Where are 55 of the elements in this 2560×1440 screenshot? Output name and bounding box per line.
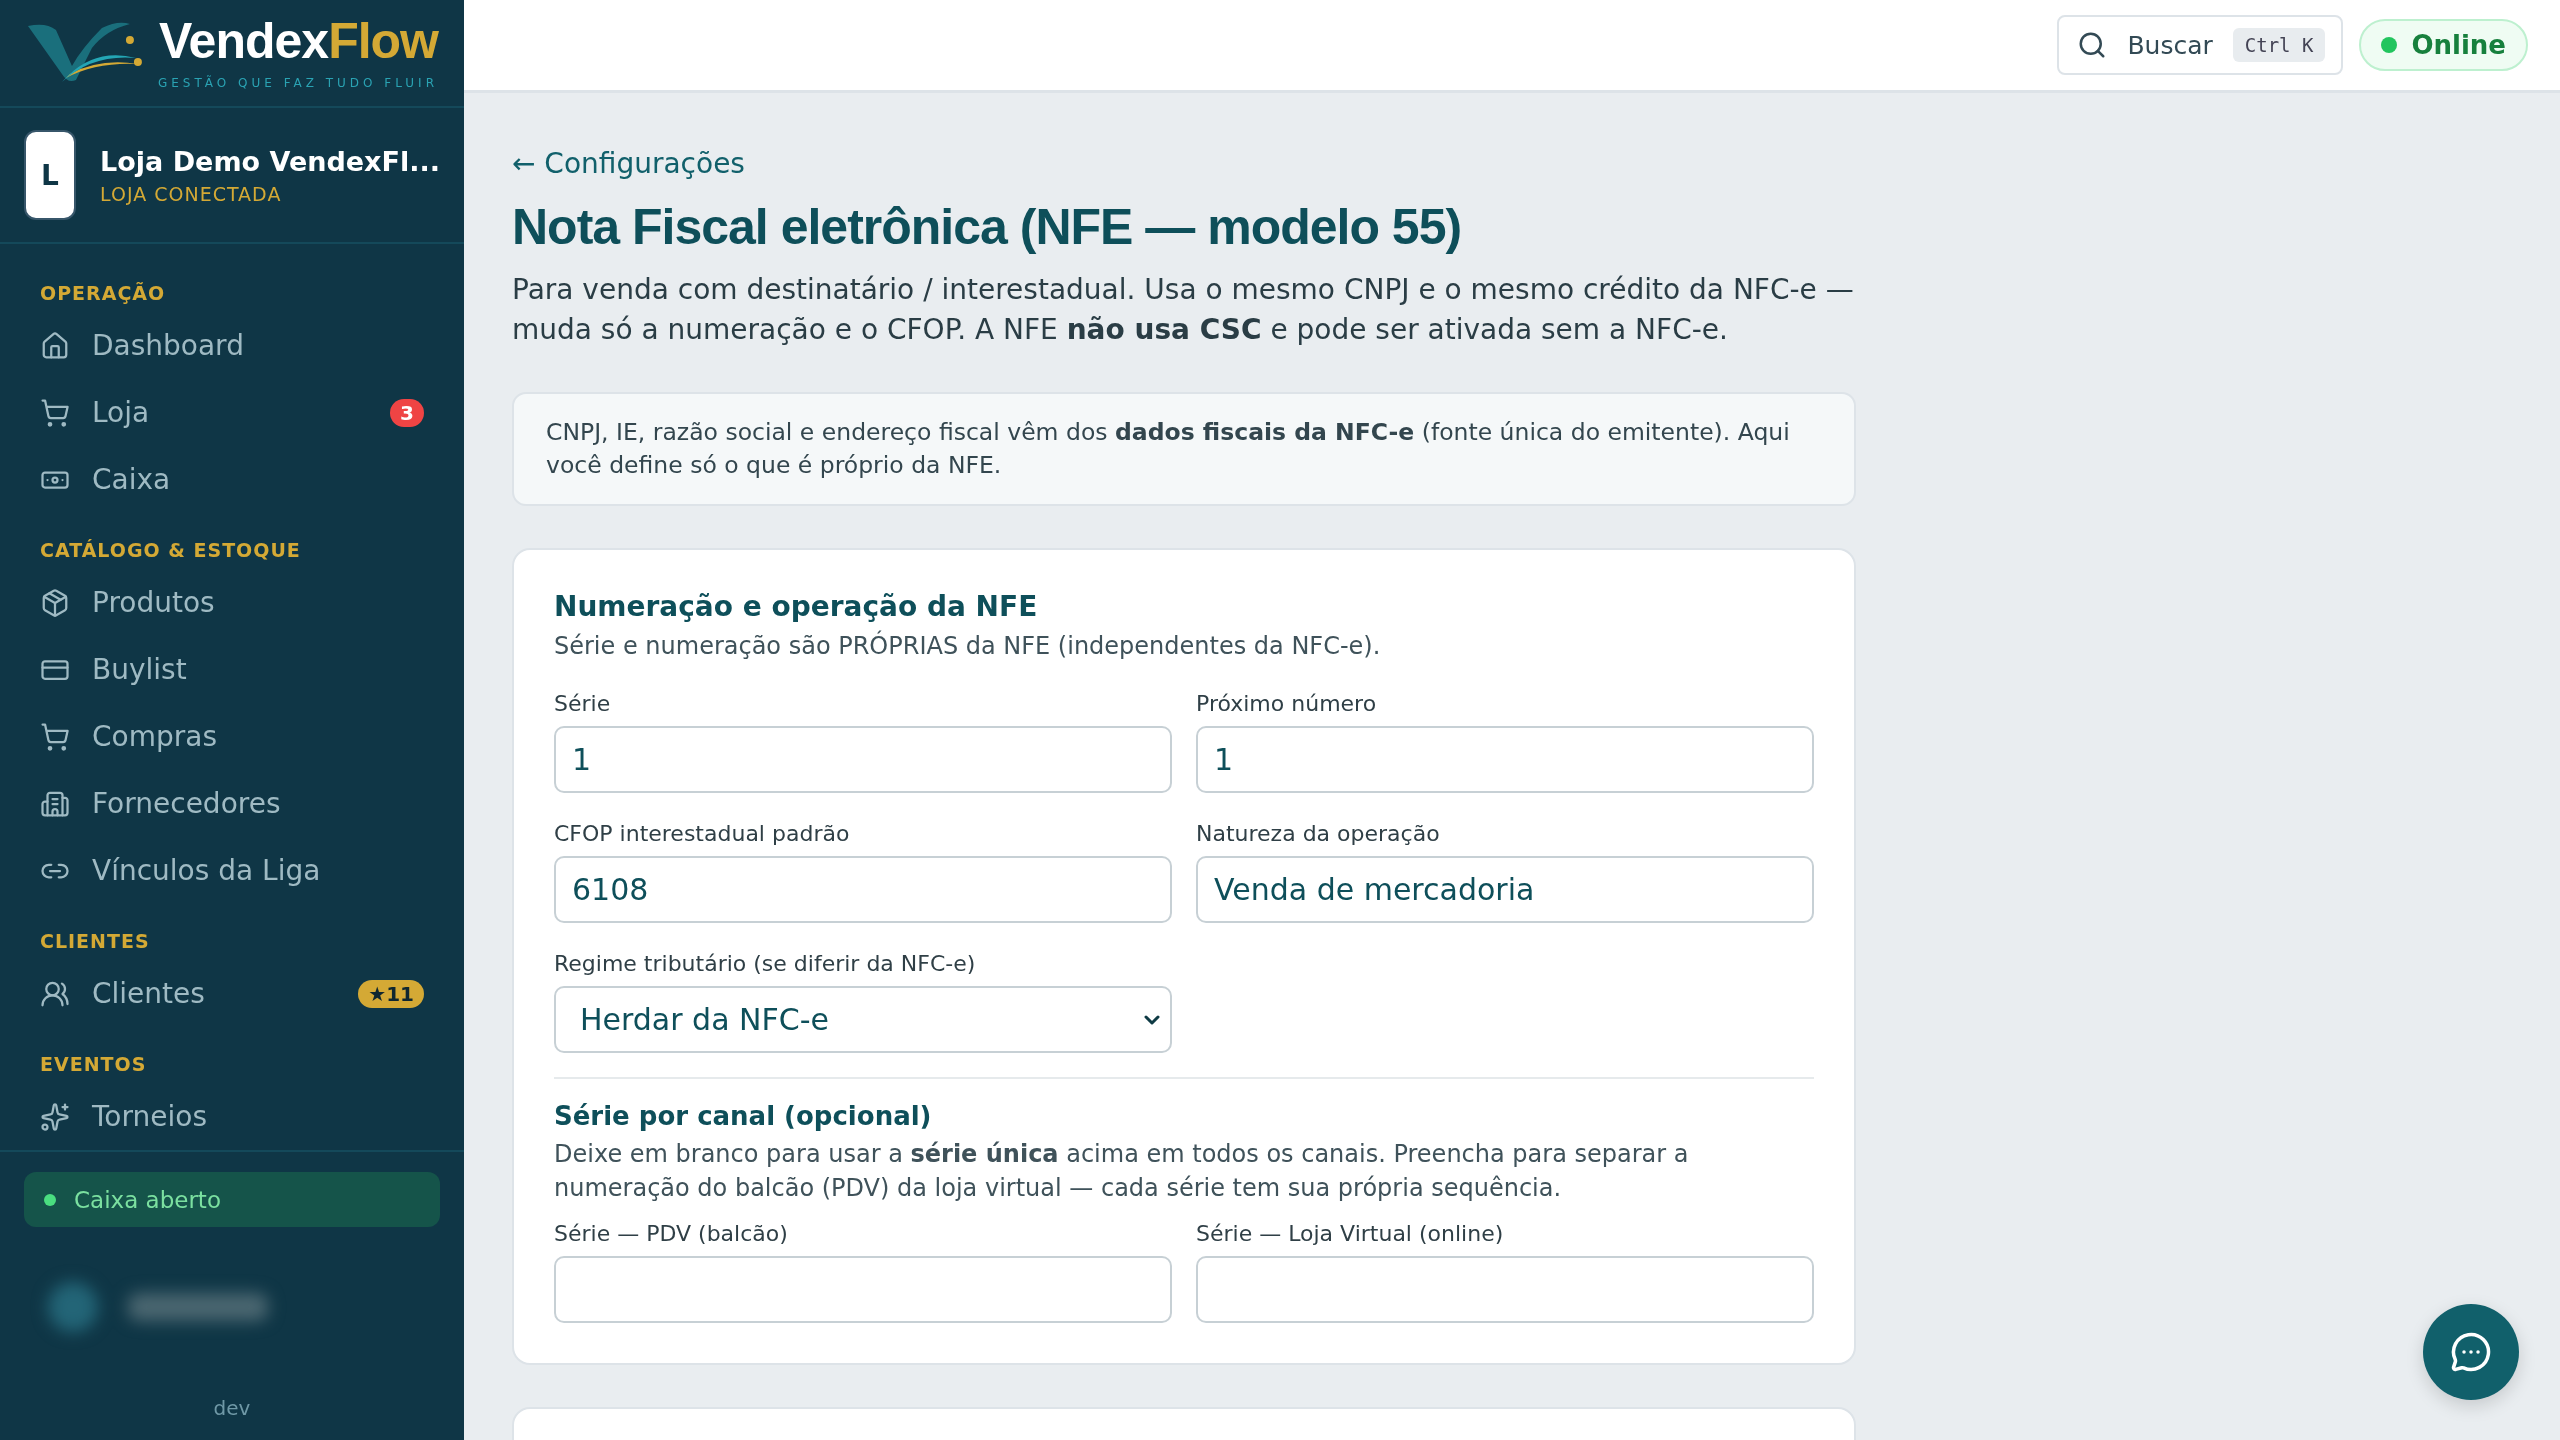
section-heading: Série por canal (opcional)	[554, 1101, 933, 1131]
input-field[interactable]: 1	[554, 726, 1172, 793]
sidebar-item[interactable]: Produtos	[92, 586, 424, 619]
cart-icon	[40, 721, 70, 752]
sidebar-item[interactable]: Clientes	[92, 977, 337, 1010]
field-label: Natureza da operação	[1196, 821, 1441, 846]
page-title: Nota Fiscal eletrônica (NFE — modelo 55)	[512, 198, 1463, 256]
input-field[interactable]: 6108	[554, 856, 1172, 923]
shortcut-key: Ctrl K	[2232, 28, 2326, 62]
sidebar-item[interactable]: Dashboard	[92, 329, 424, 362]
card-subtitle: Série e numeração são PRÓPRIAS da NFE (independentes da NFC-e).	[554, 629, 1382, 662]
field-label: Série — Loja Virtual (online)	[1196, 1221, 1505, 1246]
sidebar-item[interactable]: Torneios	[92, 1100, 424, 1133]
sparkles-icon	[40, 1101, 70, 1132]
store-name: Loja Demo VendexFl...	[100, 145, 440, 177]
store-status: LOJA CONECTADA	[100, 182, 283, 205]
environment-label: dev	[212, 1395, 252, 1422]
count-badge: 3	[390, 398, 424, 427]
field-label: CFOP interestadual padrão	[554, 821, 851, 846]
package-icon	[40, 587, 70, 618]
brand-name: VendexFlow	[159, 16, 438, 66]
back-link[interactable]: ← Configurações	[512, 147, 745, 180]
sidebar-item[interactable]: Loja	[92, 396, 369, 429]
card-title: Numeração e operação da NFE	[554, 590, 1039, 623]
field-label: Série — PDV (balcão)	[554, 1221, 789, 1246]
search-button[interactable]: Buscar Ctrl K	[2057, 15, 2344, 75]
blurred-avatar	[48, 1282, 98, 1332]
brand-tagline: GESTÃO QUE FAZ TUDO FLUIR	[157, 76, 438, 90]
sidebar-item[interactable]: Fornecedores	[92, 787, 424, 820]
chat-icon	[2450, 1331, 2492, 1373]
field-label: Próximo número	[1196, 691, 1378, 716]
section-title: CLIENTES	[39, 929, 151, 954]
input-field[interactable]	[1196, 1256, 1814, 1323]
section-title: EVENTOS	[39, 1052, 148, 1077]
sidebar-item[interactable]: Compras	[92, 720, 424, 753]
register-status: Caixa aberto	[24, 1172, 440, 1227]
section-title: CATÁLOGO & ESTOQUE	[39, 538, 302, 563]
select-field[interactable]: Herdar da NFC-e	[554, 986, 1172, 1053]
online-status: Online	[2359, 19, 2528, 71]
input-field[interactable]	[554, 1256, 1172, 1323]
section-description: Deixe em branco para usar a série única acima em todos os canais. Preencha para separar a numeração do balcão (PDV) da loja virtual — cada série tem sua própria sequência.	[554, 1139, 1690, 1204]
sidebar-item[interactable]: Caixa	[92, 463, 424, 496]
input-field[interactable]: Venda de mercadoria	[1196, 856, 1814, 923]
cart-icon	[40, 397, 70, 428]
input-field[interactable]: 1	[1196, 726, 1814, 793]
count-badge: ★11	[358, 979, 424, 1008]
house-icon	[40, 330, 70, 361]
sidebar-item[interactable]: Vínculos da Liga	[92, 854, 424, 887]
field-label: Série	[554, 691, 612, 716]
page-description: Para venda com destinatário / interestadual. Usa o mesmo CNPJ e o mesmo crédito da NFC-e — muda só a numeração e o CFOP. A NFE não usa CSC e pode ser ativada sem a NFC-e.	[512, 272, 1855, 348]
field-label: Regime tributário (se diferir da NFC-e)	[554, 951, 977, 976]
section-title: OPERAÇÃO	[39, 281, 167, 306]
info-note: CNPJ, IE, razão social e endereço fiscal vêm dos dados fiscais da NFC-e (fonte única do emitente). Aqui você define só o que é próprio da NFE.	[512, 392, 1856, 506]
sidebar-item[interactable]: Buylist	[92, 653, 424, 686]
store-avatar: L	[24, 130, 77, 220]
